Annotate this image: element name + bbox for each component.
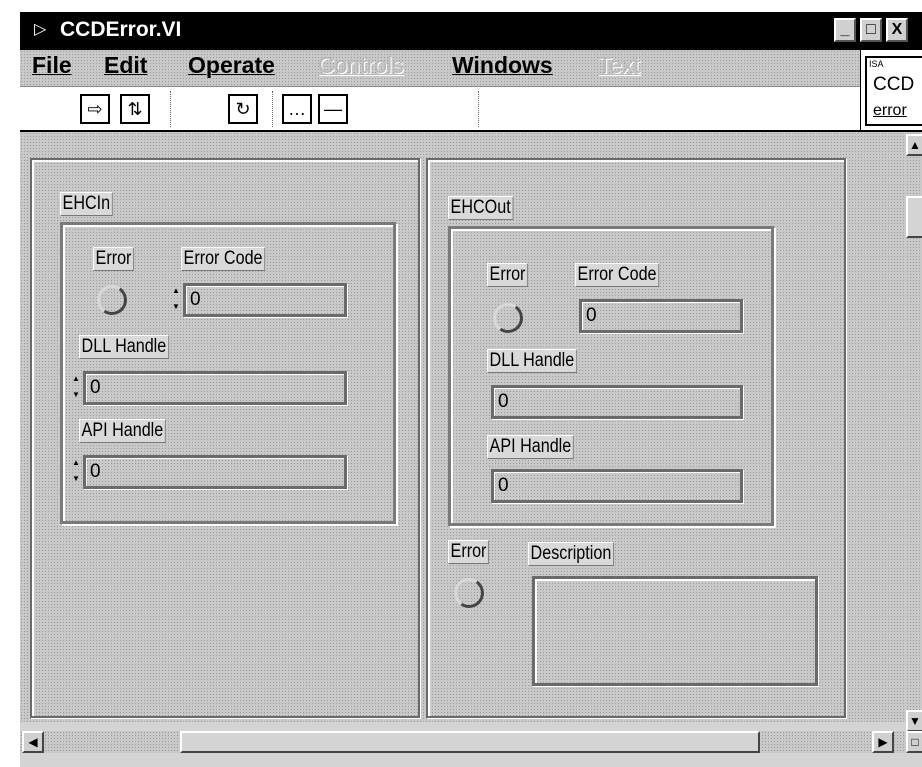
front-panel: EHCIn Error Error Code ▲ ▼ 0 DLL Handle ▲… (20, 132, 906, 722)
ehcout-cluster: EHCOut Error Error Code 0 DLL Handle 0 A… (426, 158, 846, 718)
menu-bar: File Edit Operate Controls Windows Text (20, 50, 860, 86)
vi-icon-line2: error (873, 102, 907, 119)
ehcin-cluster: EHCIn Error Error Code ▲ ▼ 0 DLL Handle ▲… (30, 158, 420, 718)
ehcin-dll-input[interactable]: 0 (83, 371, 347, 405)
ehcin-api-input[interactable]: 0 (83, 455, 347, 489)
ehcout-dll-label: DLL Handle (487, 349, 577, 373)
ehcin-error-led[interactable] (94, 282, 130, 318)
vi-window: ▷ CCDError.VI _ □ X File Edit Operate Co… (18, 10, 922, 767)
ehcout-error-code-label: Error Code (575, 263, 660, 287)
ehcout-inner-box: Error Error Code 0 DLL Handle 0 API Hand… (448, 226, 774, 526)
toolbar-separator (170, 91, 171, 127)
pause-icon[interactable]: … (282, 94, 312, 124)
description-display (532, 576, 818, 686)
horizontal-scroll-thumb[interactable] (180, 731, 760, 753)
ehcout-api-display: 0 (491, 469, 743, 503)
ehcin-error-code-spinner[interactable]: ▲ ▼ (171, 283, 181, 317)
labview-app-icon[interactable]: ▷ (34, 20, 54, 40)
menu-windows[interactable]: Windows (452, 52, 553, 79)
vi-icon-line1: CCD (873, 74, 915, 95)
vertical-scrollbar[interactable]: ▲ ▼ (906, 132, 922, 748)
ehcout-api-label: API Handle (487, 435, 574, 459)
step-icon[interactable]: — (318, 94, 348, 124)
vertical-scroll-thumb[interactable] (906, 196, 922, 238)
ehcout-label: EHCOut (448, 196, 514, 220)
window-title: CCDError.VI (60, 18, 182, 41)
ehcin-api-label: API Handle (79, 419, 166, 443)
run-arrow-icon[interactable]: ⇨ (80, 94, 110, 124)
ehcin-dll-spinner[interactable]: ▲ ▼ (71, 371, 81, 405)
menu-file[interactable]: File (32, 52, 72, 79)
run-continuously-icon[interactable]: ⇅ (120, 94, 150, 124)
menu-text[interactable]: Text (598, 52, 640, 79)
ehcout-dll-display: 0 (491, 385, 743, 419)
ehcout-error-led (490, 300, 526, 336)
minimize-button[interactable]: _ (834, 18, 856, 42)
menu-operate[interactable]: Operate (188, 52, 275, 79)
vi-icon-small-text: ISA (869, 59, 884, 69)
toolbar: ⇨ ⇅ ↻ … — (20, 86, 860, 132)
toolbar-separator (478, 91, 479, 127)
ehcin-inner-box: Error Error Code ▲ ▼ 0 DLL Handle ▲ ▼ 0 AP… (60, 222, 396, 524)
scroll-up-arrow-icon[interactable]: ▲ (906, 134, 922, 156)
ehcin-api-spinner[interactable]: ▲ ▼ (71, 455, 81, 489)
menu-controls[interactable]: Controls (318, 52, 404, 79)
horizontal-scrollbar[interactable]: ◀ ▶ (20, 731, 906, 753)
ehcin-error-label: Error (93, 247, 134, 271)
description-label: Description (528, 542, 614, 566)
ehcin-dll-label: DLL Handle (79, 335, 169, 359)
abort-icon[interactable]: ↻ (228, 94, 258, 124)
ehcout-error-label: Error (487, 263, 528, 287)
ehcin-label: EHCIn (60, 192, 113, 216)
scroll-right-arrow-icon[interactable]: ▶ (872, 731, 894, 753)
vi-icon-pane: ISA CCD error (860, 50, 922, 132)
title-bar: ▷ CCDError.VI _ □ X (20, 12, 922, 50)
error-output-led (451, 575, 487, 611)
menu-edit[interactable]: Edit (104, 52, 147, 79)
scroll-left-arrow-icon[interactable]: ◀ (22, 731, 44, 753)
maximize-button[interactable]: □ (860, 18, 882, 42)
scroll-down-arrow-icon[interactable]: ▼ (906, 710, 922, 732)
error-output-label: Error (448, 540, 489, 564)
vi-icon[interactable]: ISA CCD error (865, 56, 922, 126)
close-button[interactable]: X (886, 18, 908, 42)
toolbar-separator (272, 91, 273, 127)
size-box-icon: □ (906, 731, 922, 753)
ehcout-error-code-display: 0 (579, 299, 743, 333)
ehcin-error-code-input[interactable]: 0 (183, 283, 347, 317)
ehcin-error-code-label: Error Code (181, 247, 266, 271)
